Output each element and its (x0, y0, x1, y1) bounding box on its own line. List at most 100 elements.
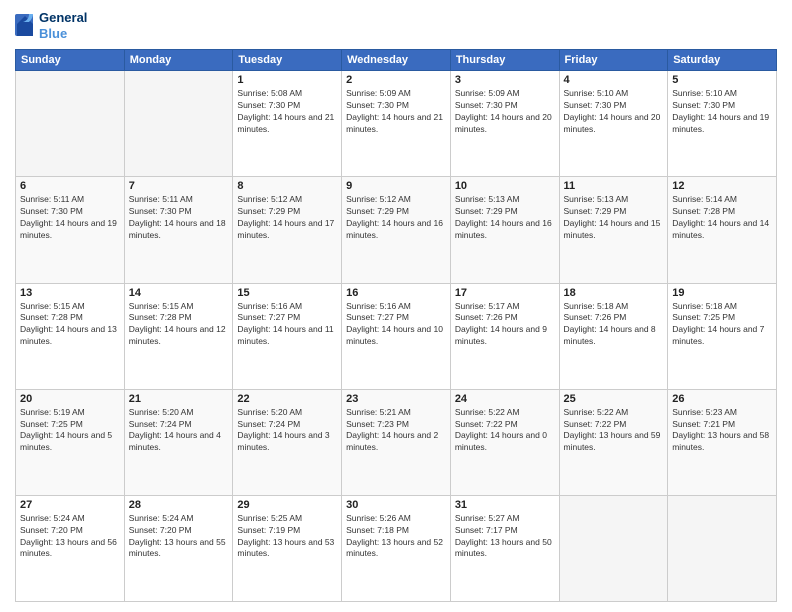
calendar-cell: 9Sunrise: 5:12 AMSunset: 7:29 PMDaylight… (342, 177, 451, 283)
day-number: 28 (129, 499, 229, 511)
calendar-cell (124, 71, 233, 177)
weekday-header: Friday (559, 50, 668, 71)
calendar-week-row: 6 Sunrise: 5:11 AMSunset: 7:30 PMDaylight… (16, 177, 777, 283)
day-info: Sunrise: 5:11 AMSunset: 7:30 PMDaylight:… (129, 194, 229, 242)
day-number: 5 (672, 74, 772, 86)
calendar-cell (559, 495, 668, 601)
day-number: 14 (129, 287, 229, 299)
weekday-header: Sunday (16, 50, 125, 71)
day-info: Sunrise: 5:12 AMSunset: 7:29 PMDaylight:… (237, 194, 337, 242)
day-number: 29 (237, 499, 337, 511)
day-info: Sunrise: 5:20 AMSunset: 7:24 PMDaylight:… (129, 407, 229, 455)
day-info: Sunrise: 5:22 AMSunset: 7:22 PMDaylight:… (564, 407, 664, 455)
day-number: 16 (346, 287, 446, 299)
day-info: Sunrise: 5:25 AMSunset: 7:19 PMDaylight:… (237, 513, 337, 561)
day-number: 30 (346, 499, 446, 511)
day-number: 22 (237, 393, 337, 405)
day-number: 8 (237, 180, 337, 192)
calendar-cell: 14 Sunrise: 5:15 AMSunset: 7:28 PMDayligh… (124, 283, 233, 389)
calendar-cell: 1 Sunrise: 5:08 AMSunset: 7:30 PMDaylight… (233, 71, 342, 177)
calendar-week-row: 13 Sunrise: 5:15 AMSunset: 7:28 PMDayligh… (16, 283, 777, 389)
day-number: 25 (564, 393, 664, 405)
page: General Blue SundayMondayTuesdayWednesda… (0, 0, 792, 612)
calendar-cell: 10Sunrise: 5:13 AMSunset: 7:29 PMDayligh… (450, 177, 559, 283)
calendar-cell: 18 Sunrise: 5:18 AMSunset: 7:26 PMDayligh… (559, 283, 668, 389)
day-number: 7 (129, 180, 229, 192)
day-info: Sunrise: 5:16 AMSunset: 7:27 PMDaylight:… (237, 301, 337, 349)
day-number: 23 (346, 393, 446, 405)
calendar-cell: 31 Sunrise: 5:27 AMSunset: 7:17 PMDayligh… (450, 495, 559, 601)
day-number: 19 (672, 287, 772, 299)
day-info: Sunrise: 5:15 AMSunset: 7:28 PMDaylight:… (20, 301, 120, 349)
day-info: Sunrise: 5:22 AMSunset: 7:22 PMDaylight:… (455, 407, 555, 455)
day-info: Sunrise: 5:18 AMSunset: 7:26 PMDaylight:… (564, 301, 664, 349)
logo: General Blue (15, 10, 87, 41)
calendar-cell: 6 Sunrise: 5:11 AMSunset: 7:30 PMDaylight… (16, 177, 125, 283)
weekday-header: Thursday (450, 50, 559, 71)
calendar-cell: 5 Sunrise: 5:10 AMSunset: 7:30 PMDaylight… (668, 71, 777, 177)
day-number: 4 (564, 74, 664, 86)
day-number: 12 (672, 180, 772, 192)
calendar-cell: 13 Sunrise: 5:15 AMSunset: 7:28 PMDayligh… (16, 283, 125, 389)
day-info: Sunrise: 5:16 AMSunset: 7:27 PMDaylight:… (346, 301, 446, 349)
day-info: Sunrise: 5:15 AMSunset: 7:28 PMDaylight:… (129, 301, 229, 349)
calendar-cell: 17 Sunrise: 5:17 AMSunset: 7:26 PMDayligh… (450, 283, 559, 389)
day-number: 17 (455, 287, 555, 299)
day-info: Sunrise: 5:18 AMSunset: 7:25 PMDaylight:… (672, 301, 772, 349)
day-number: 24 (455, 393, 555, 405)
day-info: Sunrise: 5:10 AMSunset: 7:30 PMDaylight:… (564, 88, 664, 136)
day-info: Sunrise: 5:09 AMSunset: 7:30 PMDaylight:… (455, 88, 555, 136)
calendar-cell: 27 Sunrise: 5:24 AMSunset: 7:20 PMDayligh… (16, 495, 125, 601)
calendar-cell: 23 Sunrise: 5:21 AMSunset: 7:23 PMDayligh… (342, 389, 451, 495)
logo-icon (15, 14, 35, 38)
calendar-cell: 16 Sunrise: 5:16 AMSunset: 7:27 PMDayligh… (342, 283, 451, 389)
calendar-week-row: 27 Sunrise: 5:24 AMSunset: 7:20 PMDayligh… (16, 495, 777, 601)
day-info: Sunrise: 5:26 AMSunset: 7:18 PMDaylight:… (346, 513, 446, 561)
calendar-cell: 12Sunrise: 5:14 AMSunset: 7:28 PMDayligh… (668, 177, 777, 283)
calendar-cell: 29 Sunrise: 5:25 AMSunset: 7:19 PMDayligh… (233, 495, 342, 601)
calendar-cell: 21 Sunrise: 5:20 AMSunset: 7:24 PMDayligh… (124, 389, 233, 495)
weekday-header: Monday (124, 50, 233, 71)
day-info: Sunrise: 5:21 AMSunset: 7:23 PMDaylight:… (346, 407, 446, 455)
day-info: Sunrise: 5:23 AMSunset: 7:21 PMDaylight:… (672, 407, 772, 455)
calendar-table: SundayMondayTuesdayWednesdayThursdayFrid… (15, 49, 777, 602)
day-number: 27 (20, 499, 120, 511)
day-info: Sunrise: 5:10 AMSunset: 7:30 PMDaylight:… (672, 88, 772, 136)
weekday-header: Saturday (668, 50, 777, 71)
day-number: 26 (672, 393, 772, 405)
day-info: Sunrise: 5:20 AMSunset: 7:24 PMDaylight:… (237, 407, 337, 455)
day-info: Sunrise: 5:19 AMSunset: 7:25 PMDaylight:… (20, 407, 120, 455)
day-info: Sunrise: 5:09 AMSunset: 7:30 PMDaylight:… (346, 88, 446, 136)
calendar-header-row: SundayMondayTuesdayWednesdayThursdayFrid… (16, 50, 777, 71)
day-number: 31 (455, 499, 555, 511)
calendar-cell: 19 Sunrise: 5:18 AMSunset: 7:25 PMDayligh… (668, 283, 777, 389)
day-info: Sunrise: 5:17 AMSunset: 7:26 PMDaylight:… (455, 301, 555, 349)
calendar-cell: 4 Sunrise: 5:10 AMSunset: 7:30 PMDaylight… (559, 71, 668, 177)
calendar-body: 1 Sunrise: 5:08 AMSunset: 7:30 PMDaylight… (16, 71, 777, 602)
day-number: 21 (129, 393, 229, 405)
day-info: Sunrise: 5:24 AMSunset: 7:20 PMDaylight:… (129, 513, 229, 561)
calendar-cell (16, 71, 125, 177)
day-number: 6 (20, 180, 120, 192)
day-number: 1 (237, 74, 337, 86)
logo-text: General Blue (39, 10, 87, 41)
day-info: Sunrise: 5:13 AMSunset: 7:29 PMDaylight:… (564, 194, 664, 242)
calendar-cell: 25 Sunrise: 5:22 AMSunset: 7:22 PMDayligh… (559, 389, 668, 495)
day-info: Sunrise: 5:08 AMSunset: 7:30 PMDaylight:… (237, 88, 337, 136)
day-info: Sunrise: 5:11 AMSunset: 7:30 PMDaylight:… (20, 194, 120, 242)
calendar-week-row: 1 Sunrise: 5:08 AMSunset: 7:30 PMDaylight… (16, 71, 777, 177)
calendar-cell: 22 Sunrise: 5:20 AMSunset: 7:24 PMDayligh… (233, 389, 342, 495)
weekday-header: Wednesday (342, 50, 451, 71)
day-number: 13 (20, 287, 120, 299)
day-number: 18 (564, 287, 664, 299)
day-info: Sunrise: 5:27 AMSunset: 7:17 PMDaylight:… (455, 513, 555, 561)
day-info: Sunrise: 5:13 AMSunset: 7:29 PMDaylight:… (455, 194, 555, 242)
calendar-cell: 3 Sunrise: 5:09 AMSunset: 7:30 PMDaylight… (450, 71, 559, 177)
day-number: 2 (346, 74, 446, 86)
day-number: 20 (20, 393, 120, 405)
calendar-cell: 20 Sunrise: 5:19 AMSunset: 7:25 PMDayligh… (16, 389, 125, 495)
day-number: 9 (346, 180, 446, 192)
day-info: Sunrise: 5:24 AMSunset: 7:20 PMDaylight:… (20, 513, 120, 561)
day-number: 3 (455, 74, 555, 86)
header: General Blue (15, 10, 777, 41)
